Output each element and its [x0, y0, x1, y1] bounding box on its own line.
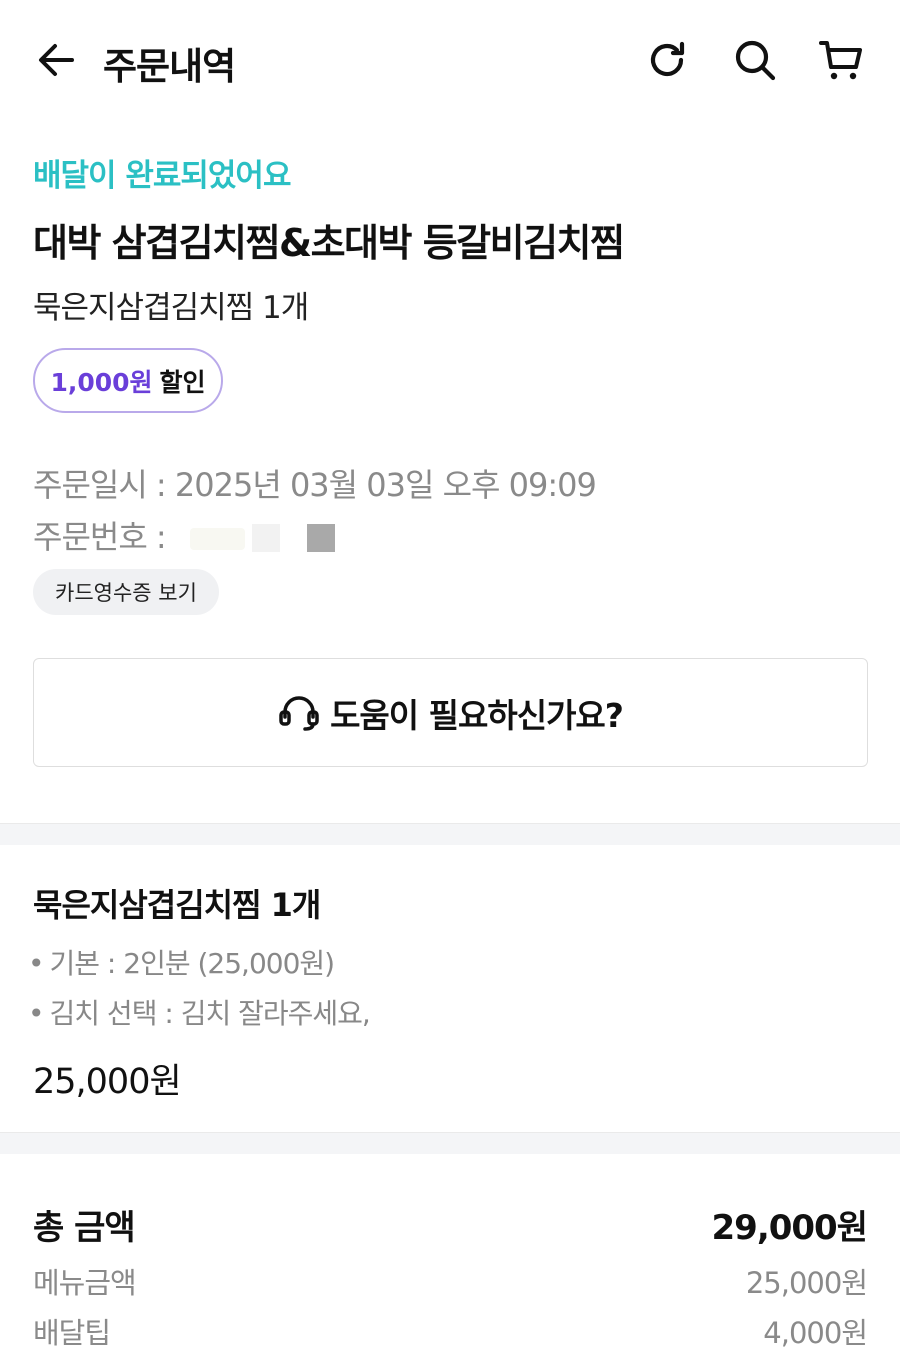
discount-amount: 1,000원	[50, 367, 153, 397]
arrow-left-icon	[39, 44, 74, 76]
menu-option: • 김치 선택 : 김치 잘라주세요,	[28, 992, 371, 1032]
store-name: 대박 삼겹김치찜&초대박 등갈비김치찜	[33, 221, 625, 265]
search-button[interactable]	[731, 36, 779, 84]
redacted-order-number	[190, 528, 245, 550]
menu-amount-value: 25,000원	[745, 1266, 868, 1300]
help-label: 도움이 필요하신가요?	[330, 695, 624, 735]
refresh-button[interactable]	[643, 36, 691, 84]
menu-item-price: 25,000원	[33, 1062, 182, 1102]
menu-option: • 기본 : 2인분 (25,000원)	[28, 942, 336, 982]
order-date-label: 주문일시 :	[33, 466, 175, 504]
headset-icon	[278, 695, 320, 731]
bullet: •	[28, 947, 44, 980]
bullet: •	[28, 997, 44, 1030]
cart-icon	[819, 41, 862, 80]
order-number: 주문번호 :	[33, 512, 167, 558]
section-divider	[0, 823, 900, 845]
order-item-summary: 묵은지삼겹김치찜 1개	[33, 290, 309, 326]
section-divider	[0, 1132, 900, 1154]
total-amount-label: 총 금액	[33, 1208, 136, 1248]
order-date-value: 2025년 03월 03일 오후 09:09	[174, 466, 597, 504]
back-button[interactable]	[32, 38, 80, 82]
redacted-order-number	[307, 524, 335, 552]
cart-button[interactable]	[817, 36, 865, 84]
discount-label: 할인	[159, 367, 206, 397]
redacted-order-number	[252, 524, 280, 552]
search-icon	[735, 40, 776, 81]
menu-option-text: 김치 선택 : 김치 잘라주세요,	[49, 997, 371, 1030]
delivery-tip-value: 4,000원	[763, 1316, 868, 1350]
help-button[interactable]: 도움이 필요하신가요?	[33, 658, 868, 767]
menu-item-title: 묵은지삼겹김치찜 1개	[33, 886, 321, 924]
delivery-status: 배달이 완료되었어요	[33, 158, 291, 194]
menu-amount-label: 메뉴금액	[33, 1266, 137, 1300]
delivery-tip-label: 배달팁	[33, 1316, 111, 1350]
order-date: 주문일시 : 2025년 03월 03일 오후 09:09	[33, 460, 597, 506]
card-receipt-button[interactable]: 카드영수증 보기	[33, 569, 219, 615]
menu-option-text: 기본 : 2인분 (25,000원)	[49, 947, 336, 980]
page-title: 주문내역	[103, 45, 236, 88]
order-number-label: 주문번호 :	[33, 518, 167, 556]
top-app-bar: 주문내역	[0, 0, 900, 120]
refresh-icon	[650, 41, 685, 77]
discount-badge: 1,000원 할인	[33, 348, 223, 413]
total-amount-value: 29,000원	[711, 1208, 868, 1248]
